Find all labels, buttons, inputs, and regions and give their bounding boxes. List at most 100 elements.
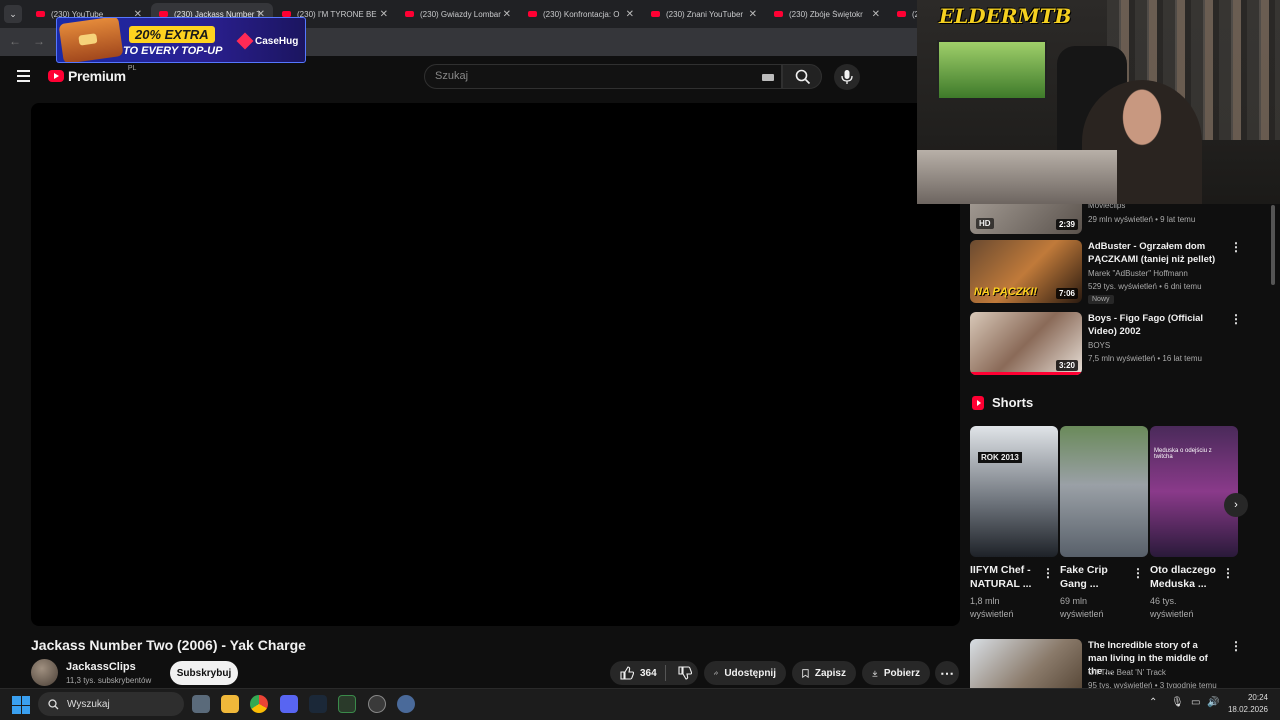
video-thumbnail[interactable]: [970, 639, 1082, 688]
short-thumbnail[interactable]: [1060, 426, 1148, 557]
thumbs-up-icon: [620, 666, 634, 680]
keyboard-icon[interactable]: [762, 74, 774, 81]
recommendation-meta: 529 tys. wyświetleń • 6 dni temu: [1088, 282, 1202, 291]
like-count: 364: [640, 667, 657, 679]
youtube-play-icon: [48, 70, 64, 82]
hd-badge: HD: [976, 218, 994, 229]
short-title[interactable]: IIFYM Chef - NATURAL ...: [970, 563, 1044, 591]
close-tab-icon[interactable]: ✕: [749, 9, 757, 20]
close-tab-icon[interactable]: ✕: [626, 9, 634, 20]
back-arrow-icon[interactable]: ←: [9, 34, 21, 48]
search-input[interactable]: [435, 70, 735, 82]
dislike-button[interactable]: [672, 661, 698, 685]
download-button[interactable]: Pobierz: [862, 661, 930, 685]
xbox-icon[interactable]: [338, 695, 356, 713]
more-horizontal-icon: ⋯: [940, 665, 954, 681]
search-icon: [48, 698, 59, 709]
close-tab-icon[interactable]: ✕: [872, 9, 880, 20]
browser-tab[interactable]: (230) Konfrontacja: O ✕: [520, 3, 642, 25]
video-player[interactable]: [31, 103, 960, 626]
youtube-favicon-icon: [651, 11, 660, 17]
browser-tab[interactable]: (230) Znani YouTuber ✕: [643, 3, 765, 25]
channel-avatar[interactable]: [31, 659, 58, 686]
close-tab-icon[interactable]: ✕: [503, 9, 511, 20]
recommendation-channel[interactable]: BOYS: [1088, 341, 1110, 350]
more-vertical-icon[interactable]: ⋮: [1230, 312, 1242, 326]
sidebar-scrollbar[interactable]: [1271, 205, 1275, 285]
taskbar-search[interactable]: Wyszukaj: [38, 692, 184, 716]
short-title[interactable]: Fake Crip Gang ...: [1060, 563, 1134, 591]
shorts-title: Shorts: [992, 395, 1034, 410]
network-icon[interactable]: ▭: [1191, 697, 1200, 708]
like-button[interactable]: 364: [610, 661, 659, 685]
recommendation-item[interactable]: NA PĄCZKI! 7:06 AdBuster - Ogrzałem dom …: [970, 240, 1260, 306]
browser-tab[interactable]: (230) Gwiazdy Lombar ✕: [397, 3, 519, 25]
like-dislike-group: 364: [610, 661, 698, 685]
browser-tab[interactable]: (230) Zbóje Świętokr ✕: [766, 3, 888, 25]
short-thumbnail[interactable]: ROK 2013: [970, 426, 1058, 557]
recommendation-channel[interactable]: Off The Beat 'N' Track: [1088, 668, 1166, 677]
clock-time[interactable]: 20:24: [1236, 693, 1268, 702]
recommendation-title[interactable]: Boys - Figo Fago (Official Video) 2002: [1088, 312, 1218, 338]
more-actions-button[interactable]: ⋯: [935, 661, 959, 685]
more-vertical-icon[interactable]: ⋮: [1042, 566, 1054, 580]
voice-search-button[interactable]: [834, 64, 860, 90]
chrome-icon[interactable]: [250, 695, 268, 713]
clock-date[interactable]: 18.02.2026: [1222, 705, 1268, 714]
chevron-right-icon[interactable]: ›: [1224, 493, 1248, 517]
windows-start-icon[interactable]: [12, 696, 30, 714]
channel-name[interactable]: JackassClips: [66, 661, 136, 673]
short-overlay-text: Meduska o odejściu z twitcha: [1154, 448, 1212, 460]
short-item[interactable]: Fake Crip Gang ... 69 mln wyświetleń ⋮: [1060, 426, 1148, 619]
bookmark-icon: [802, 668, 809, 678]
tab-search-dropdown[interactable]: ⌄: [4, 5, 22, 23]
recommendation-item[interactable]: The Incredible story of a man living in …: [970, 639, 1260, 690]
discord-icon[interactable]: [280, 695, 298, 713]
settings-gear-icon[interactable]: [397, 695, 415, 713]
short-views: 69 mln wyświetleń: [1060, 596, 1104, 619]
video-thumbnail[interactable]: 3:20: [970, 312, 1082, 375]
search-button[interactable]: [782, 64, 822, 89]
youtube-favicon-icon: [528, 11, 537, 17]
short-title[interactable]: Oto dlaczego Meduska ...: [1150, 563, 1224, 591]
browser-tab[interactable]: (2: [889, 3, 917, 25]
short-item[interactable]: Meduska o odejściu z twitcha Oto dlaczeg…: [1150, 426, 1238, 619]
short-item[interactable]: ROK 2013 IIFYM Chef - NATURAL ... 1,8 ml…: [970, 426, 1058, 619]
youtube-favicon-icon: [36, 11, 45, 17]
volume-icon[interactable]: 🔊: [1207, 697, 1219, 708]
chevron-up-icon[interactable]: ⌃: [1149, 697, 1157, 708]
subscriber-count: 11,3 tys. subskrybentów: [66, 676, 152, 685]
more-vertical-icon[interactable]: ⋮: [1230, 639, 1242, 653]
save-button[interactable]: Zapisz: [792, 661, 856, 685]
download-icon: [872, 670, 878, 677]
more-vertical-icon[interactable]: ⋮: [1222, 566, 1234, 580]
recommendation-item[interactable]: 3:20 Boys - Figo Fago (Official Video) 2…: [970, 312, 1260, 375]
file-explorer-icon[interactable]: [221, 695, 239, 713]
obs-icon[interactable]: [368, 695, 386, 713]
watch-progress-bar: [970, 372, 1082, 375]
casehug-ad-banner[interactable]: 20% EXTRA TO EVERY TOP-UP CaseHug: [56, 17, 306, 63]
more-vertical-icon[interactable]: ⋮: [1230, 240, 1242, 254]
video-thumbnail[interactable]: NA PĄCZKI! 7:06: [970, 240, 1082, 303]
subscribe-button[interactable]: Subskrybuj: [170, 661, 238, 685]
youtube-favicon-icon: [897, 11, 906, 17]
close-tab-icon[interactable]: ✕: [380, 9, 388, 20]
recommendation-meta: 29 mln wyświetleń • 9 lat temu: [1088, 215, 1196, 224]
recommendation-channel[interactable]: Marek "AdBuster" Hoffmann: [1088, 269, 1188, 278]
youtube-premium-logo[interactable]: Premium PL: [48, 65, 138, 86]
more-vertical-icon[interactable]: ⋮: [1132, 566, 1144, 580]
forward-arrow-icon[interactable]: →: [33, 34, 45, 48]
ad-brand: CaseHug: [236, 32, 298, 50]
video-duration: 2:39: [1055, 219, 1078, 230]
task-view-icon[interactable]: [192, 695, 210, 713]
thumbs-down-icon: [678, 666, 693, 680]
short-thumbnail[interactable]: Meduska o odejściu z twitcha: [1150, 426, 1238, 557]
recommendation-title[interactable]: AdBuster - Ogrzałem dom PĄCZKAMI (taniej…: [1088, 240, 1218, 266]
steam-icon[interactable]: [309, 695, 327, 713]
microphone-icon: [841, 70, 853, 84]
microphone-tray-icon[interactable]: 🎙: [1171, 697, 1184, 708]
hamburger-menu-icon[interactable]: [14, 66, 34, 86]
search-box[interactable]: [424, 64, 782, 89]
treasure-chest-image: [58, 18, 124, 62]
share-button[interactable]: Udostępnij: [704, 661, 786, 685]
